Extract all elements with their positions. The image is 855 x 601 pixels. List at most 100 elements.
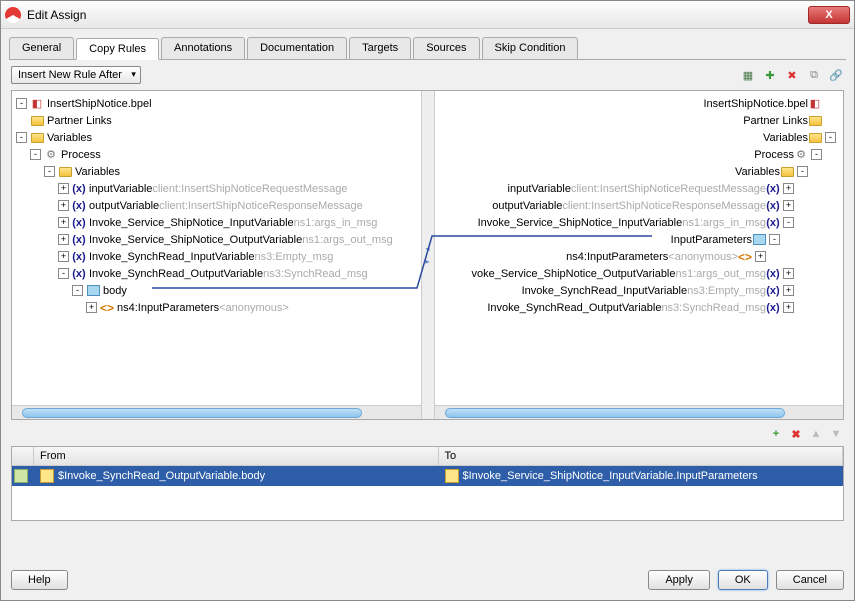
tree-type: <anonymous> <box>219 302 289 314</box>
collapse-right-icon[interactable]: ▸ <box>425 257 429 266</box>
col-to[interactable]: To <box>439 447 844 465</box>
expander-icon[interactable]: + <box>86 302 97 313</box>
tree-node[interactable]: -body <box>16 282 417 299</box>
titlebar: Edit Assign X <box>1 1 854 29</box>
expander-icon[interactable]: + <box>755 251 766 262</box>
tree-node[interactable]: +(x)outputVariable client:InsertShipNoti… <box>16 197 417 214</box>
expander-icon[interactable]: - <box>811 149 822 160</box>
tree-node[interactable]: Invoke_SynchRead_OutputVariable ns3:Sync… <box>439 299 840 316</box>
tree-node[interactable]: InputParameters - <box>439 231 840 248</box>
tree-node[interactable]: Process ⚙- <box>439 146 840 163</box>
expander-icon[interactable]: + <box>783 200 794 211</box>
target-tree[interactable]: InsertShipNotice.bpel ◧Partner Links Var… <box>435 91 844 405</box>
tree-node[interactable]: Invoke_Service_ShipNotice_InputVariable … <box>439 214 840 231</box>
expander-icon[interactable]: - <box>825 132 836 143</box>
tab-annotations[interactable]: Annotations <box>161 37 245 59</box>
tree-type: <anonymous> <box>668 251 738 263</box>
expander-icon[interactable]: + <box>58 234 69 245</box>
expander-icon[interactable]: + <box>58 183 69 194</box>
tree-node[interactable]: voke_Service_ShipNotice_OutputVariable n… <box>439 265 840 282</box>
tab-copy-rules[interactable]: Copy Rules <box>76 38 159 60</box>
move-up-icon[interactable]: ▲ <box>808 426 824 442</box>
expander-icon[interactable]: + <box>783 302 794 313</box>
insert-rule-dropdown[interactable]: Insert New Rule After <box>11 66 141 84</box>
tree-node[interactable]: -(x)Invoke_SynchRead_OutputVariable ns3:… <box>16 265 417 282</box>
tree-node[interactable]: Variables - <box>439 163 840 180</box>
expander-icon[interactable]: - <box>72 285 83 296</box>
source-tree[interactable]: -◧InsertShipNotice.bpelPartner Links - Var… <box>12 91 421 405</box>
table-row[interactable]: $Invoke_SynchRead_OutputVariable.body $I… <box>12 466 843 486</box>
delete-row-icon[interactable]: ✖ <box>788 426 804 442</box>
dialog-title: Edit Assign <box>27 8 808 22</box>
tree-node[interactable]: inputVariable client:InsertShipNoticeReq… <box>439 180 840 197</box>
tree-label: InsertShipNotice.bpel <box>703 98 808 110</box>
expander-icon[interactable]: + <box>783 183 794 194</box>
tree-node[interactable]: +<>ns4:InputParameters <anonymous> <box>16 299 417 316</box>
tree-node[interactable]: -⚙Process <box>16 146 417 163</box>
tree-node[interactable]: outputVariable client:InsertShipNoticeRe… <box>439 197 840 214</box>
pane-splitter[interactable]: ◂ ▸ <box>421 91 435 419</box>
tab-general[interactable]: General <box>9 37 74 59</box>
tree-node[interactable]: InsertShipNotice.bpel ◧ <box>439 95 840 112</box>
expander-icon[interactable]: - <box>58 268 69 279</box>
move-down-icon[interactable]: ▼ <box>828 426 844 442</box>
tree-node[interactable]: +(x)Invoke_Service_ShipNotice_InputVaria… <box>16 214 417 231</box>
expander-icon[interactable]: + <box>783 285 794 296</box>
tab-targets[interactable]: Targets <box>349 37 411 59</box>
expander-icon[interactable]: - <box>783 217 794 228</box>
row-actions: + ✖ ▲ ▼ <box>11 426 844 442</box>
edit-assign-dialog: Edit Assign X General Copy Rules Annotat… <box>0 0 855 601</box>
collapse-left-icon[interactable]: ◂ <box>425 244 429 253</box>
tree-node[interactable]: -Variables <box>16 129 417 146</box>
tree-label: Invoke_Service_ShipNotice_OutputVariable <box>89 234 302 246</box>
tree-label: Variables <box>75 166 120 178</box>
tree-node[interactable]: Variables - <box>439 129 840 146</box>
expander-icon[interactable]: + <box>58 200 69 211</box>
tab-sources[interactable]: Sources <box>413 37 479 59</box>
rules-table: From To $Invoke_SynchRead_OutputVariable… <box>11 446 844 521</box>
expander-icon[interactable]: - <box>16 132 27 143</box>
tree-node[interactable]: +(x)Invoke_Service_ShipNotice_OutputVari… <box>16 231 417 248</box>
add-variable-icon[interactable]: ✚ <box>762 67 778 83</box>
tree-node[interactable]: ns4:InputParameters <anonymous> <>+ <box>439 248 840 265</box>
ok-button[interactable]: OK <box>718 570 768 590</box>
tree-label: Invoke_SynchRead_InputVariable <box>89 251 255 263</box>
help-button[interactable]: Help <box>11 570 68 590</box>
tree-node[interactable]: -◧InsertShipNotice.bpel <box>16 95 417 112</box>
tree-node[interactable]: Invoke_SynchRead_InputVariable ns3:Empty… <box>439 282 840 299</box>
copy-icon[interactable]: ⧉ <box>806 67 822 83</box>
remove-icon[interactable]: ✖ <box>784 67 800 83</box>
close-button[interactable]: X <box>808 6 850 24</box>
dialog-footer: Help Apply OK Cancel <box>1 560 854 600</box>
tree-label: Invoke_Service_ShipNotice_InputVariable <box>478 217 683 229</box>
tree-label: Process <box>61 149 101 161</box>
expander-icon[interactable]: - <box>769 234 780 245</box>
source-scrollbar[interactable] <box>12 405 421 419</box>
tree-label: Invoke_SynchRead_OutputVariable <box>89 268 263 280</box>
target-scrollbar[interactable] <box>435 405 844 419</box>
expander-icon[interactable]: + <box>58 251 69 262</box>
tab-skip-condition[interactable]: Skip Condition <box>482 37 579 59</box>
tree-node[interactable]: +(x)Invoke_SynchRead_InputVariable ns3:E… <box>16 248 417 265</box>
apply-button[interactable]: Apply <box>648 570 710 590</box>
expander-icon[interactable]: - <box>30 149 41 160</box>
tree-node[interactable]: Partner Links <box>439 112 840 129</box>
tab-documentation[interactable]: Documentation <box>247 37 347 59</box>
col-from[interactable]: From <box>34 447 439 465</box>
tree-node[interactable]: - Variables <box>16 163 417 180</box>
expander-icon[interactable]: - <box>44 166 55 177</box>
expander-icon[interactable]: + <box>58 217 69 228</box>
link-icon[interactable]: 🔗 <box>828 67 844 83</box>
cancel-button[interactable]: Cancel <box>776 570 844 590</box>
add-row-icon[interactable]: + <box>768 426 784 442</box>
toolbar: Insert New Rule After ▦ ✚ ✖ ⧉ 🔗 <box>11 66 844 84</box>
tree-node[interactable]: +(x)inputVariable client:InsertShipNotic… <box>16 180 417 197</box>
expander-icon[interactable]: - <box>16 98 27 109</box>
tree-type: ns3:Empty_msg <box>255 251 334 263</box>
calculator-icon[interactable]: ▦ <box>740 67 756 83</box>
expander-icon[interactable]: - <box>797 166 808 177</box>
tree-label: Variables <box>735 166 780 178</box>
expander-icon[interactable]: + <box>783 268 794 279</box>
tree-label: inputVariable <box>508 183 571 195</box>
tree-node[interactable]: Partner Links <box>16 112 417 129</box>
